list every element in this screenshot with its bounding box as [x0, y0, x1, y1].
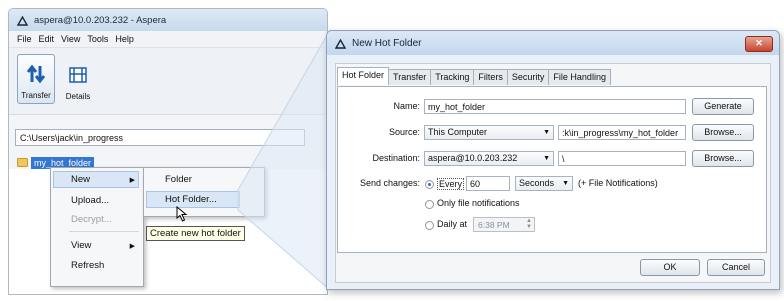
generate-button[interactable]: Generate — [692, 98, 754, 115]
hot-folder-tab-panel: Name: my_hot_folder Generate Source: Thi… — [337, 86, 767, 253]
daily-at-label: Daily at — [437, 219, 468, 229]
chevron-down-icon: ▼ — [543, 155, 550, 162]
submenu-item-hot-folder[interactable]: Hot Folder... — [165, 194, 217, 205]
daily-at-radio[interactable] — [425, 221, 434, 230]
new-hot-folder-dialog: New Hot Folder ✕ Hot Folder Transfer Tra… — [326, 30, 780, 290]
context-menu: New ▶ Upload... Decrypt... View ▶ Refres… — [50, 167, 144, 287]
menu-bar: File Edit View Tools Help — [9, 31, 327, 48]
file-notifications-suffix: (+ File Notifications) — [578, 178, 658, 188]
source-label: Source: — [388, 127, 420, 137]
main-window-titlebar: aspera@10.0.203.232 - Aspera — [9, 9, 327, 31]
aspera-logo-icon — [335, 38, 346, 49]
interval-input[interactable]: 60 — [466, 176, 510, 191]
tab-tracking[interactable]: Tracking — [430, 69, 475, 85]
details-button[interactable]: Details — [59, 54, 97, 104]
menu-help[interactable]: Help — [115, 34, 134, 44]
aspera-logo-icon — [17, 15, 28, 26]
mouse-pointer-icon — [176, 206, 188, 222]
menu-separator — [69, 231, 139, 232]
source-select[interactable]: This Computer ▼ — [424, 125, 554, 140]
daily-time-spinner: 6:38 PM ▲ ▼ — [473, 217, 535, 232]
close-icon: ✕ — [755, 38, 763, 48]
source-select-value: This Computer — [428, 127, 488, 137]
transfer-arrows-icon — [24, 62, 48, 86]
transfer-label: Transfer — [21, 91, 51, 100]
chevron-down-icon: ▼ — [562, 180, 569, 187]
main-toolbar: Transfer Details — [9, 48, 327, 115]
close-button[interactable]: ✕ — [745, 36, 773, 52]
destination-path-input[interactable]: \ — [558, 151, 686, 166]
destination-select-value: aspera@10.0.203.232 — [428, 153, 518, 163]
name-input[interactable]: my_hot_folder — [424, 99, 686, 114]
tab-filters[interactable]: Filters — [473, 69, 508, 85]
local-path-field[interactable]: C:\Users\jack\in_progress — [15, 129, 305, 146]
menu-edit[interactable]: Edit — [39, 34, 55, 44]
destination-select[interactable]: aspera@10.0.203.232 ▼ — [424, 151, 554, 166]
source-path-input[interactable]: :k\in_progress\my_hot_folder — [558, 125, 686, 140]
submenu-arrow-icon: ▶ — [129, 177, 135, 184]
chevron-down-icon: ▼ — [543, 129, 550, 136]
menu-item-decrypt: Decrypt... — [71, 214, 112, 225]
new-submenu: Folder Hot Folder... — [143, 167, 265, 217]
context-menu-highlight — [53, 171, 139, 188]
interval-unit-value: Seconds — [519, 178, 555, 188]
only-notifications-radio[interactable] — [425, 200, 434, 209]
spinner-arrows-icon: ▲ ▼ — [526, 218, 532, 230]
source-browse-button[interactable]: Browse... — [692, 124, 754, 141]
tab-security[interactable]: Security — [506, 69, 550, 85]
menu-item-view[interactable]: View — [71, 240, 91, 251]
only-notifications-label: Only file notifications — [437, 198, 520, 208]
tab-hot-folder[interactable]: Hot Folder — [337, 67, 390, 85]
tooltip: Create new hot folder — [146, 226, 245, 241]
submenu-arrow-icon: ▶ — [129, 243, 135, 250]
menu-view[interactable]: View — [61, 34, 80, 44]
submenu-item-folder[interactable]: Folder — [165, 174, 192, 185]
menu-item-new[interactable]: New — [71, 174, 90, 185]
interval-unit-select[interactable]: Seconds ▼ — [515, 176, 573, 191]
tab-strip: Hot Folder Transfer Tracking Filters Sec… — [337, 67, 611, 85]
menu-tools[interactable]: Tools — [87, 34, 108, 44]
tab-transfer[interactable]: Transfer — [388, 69, 432, 85]
cancel-button[interactable]: Cancel — [707, 259, 765, 276]
details-icon — [66, 63, 90, 87]
dialog-title: New Hot Folder — [352, 37, 422, 49]
send-changes-label: Send changes: — [359, 178, 420, 188]
main-window-title: aspera@10.0.203.232 - Aspera — [34, 14, 167, 26]
every-radio[interactable] — [425, 180, 434, 189]
ok-button[interactable]: OK — [640, 259, 700, 276]
menu-item-refresh[interactable]: Refresh — [71, 260, 104, 271]
every-label: Every — [437, 178, 465, 190]
destination-browse-button[interactable]: Browse... — [692, 150, 754, 167]
menu-file[interactable]: File — [17, 34, 32, 44]
menu-item-upload[interactable]: Upload... — [71, 195, 109, 206]
details-label: Details — [65, 92, 91, 101]
folder-icon — [17, 158, 28, 167]
transfer-button[interactable]: Transfer — [17, 54, 55, 104]
dialog-titlebar: New Hot Folder — [327, 31, 779, 55]
daily-time-value: 6:38 PM — [478, 220, 510, 230]
tab-file-handling[interactable]: File Handling — [548, 69, 611, 85]
name-label: Name: — [393, 101, 420, 111]
destination-label: Destination: — [372, 153, 420, 163]
